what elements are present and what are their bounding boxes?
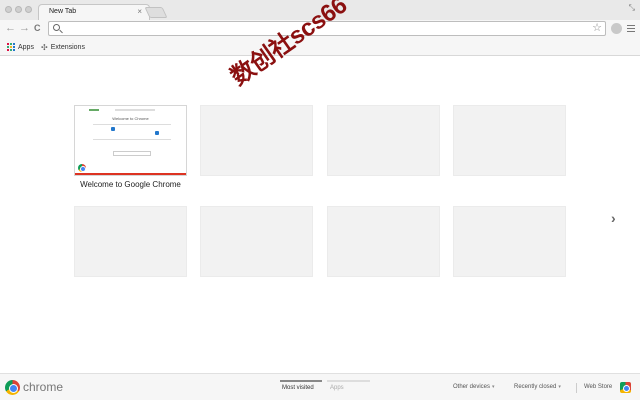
tab-new-tab[interactable]: New Tab ×	[38, 4, 150, 20]
tab-indicator-active	[280, 380, 322, 382]
tab-apps[interactable]: Apps	[330, 385, 344, 391]
browser-window: New Tab × ⤡ ← → C ☆ Apps ✣ Extensions We…	[0, 0, 640, 400]
tab-most-visited[interactable]: Most visited	[282, 385, 314, 391]
minimize-window-button[interactable]	[15, 6, 22, 13]
puzzle-icon: ✣	[41, 42, 48, 52]
thumbnail-title: Welcome to Chrome	[112, 116, 149, 121]
most-visited-tile-empty	[74, 206, 187, 277]
menu-label: Recently closed	[514, 384, 557, 390]
star-bookmark-icon[interactable]: ☆	[592, 22, 602, 35]
thumbnail-logo	[89, 109, 99, 111]
most-visited-tile[interactable]: Welcome to Chrome	[74, 105, 187, 176]
caret-down-icon: ▾	[492, 384, 495, 390]
chevron-right-icon[interactable]: ›	[611, 210, 616, 226]
fullscreen-icon[interactable]: ⤡	[629, 3, 635, 13]
menu-label: Other devices	[453, 384, 491, 390]
web-store-link[interactable]: Web Store	[584, 384, 612, 390]
tab-indicator	[327, 380, 370, 382]
most-visited-tile-empty	[327, 206, 440, 277]
extension-icon[interactable]	[611, 23, 622, 34]
most-visited-tile-empty	[327, 105, 440, 176]
chrome-favicon-icon	[78, 164, 86, 172]
divider	[576, 383, 577, 393]
most-visited-tile-empty	[453, 206, 566, 277]
zoom-window-button[interactable]	[25, 6, 32, 13]
most-visited-tile-empty	[200, 105, 313, 176]
chrome-logo-icon	[5, 380, 20, 395]
caret-down-icon: ▾	[558, 384, 561, 390]
bookmark-apps[interactable]: Apps	[7, 41, 34, 53]
tile-accent-bar	[75, 173, 186, 175]
bookmark-label: Apps	[18, 43, 34, 51]
most-visited-tile-empty	[453, 105, 566, 176]
recently-closed-menu[interactable]: Recently closed ▾	[514, 384, 561, 390]
thumbnail-marker	[155, 131, 159, 135]
web-store-icon[interactable]	[620, 382, 631, 393]
thumbnail-band	[93, 124, 171, 140]
bookmarks-bar: Apps ✣ Extensions	[0, 38, 640, 56]
reload-button[interactable]: C	[34, 22, 41, 34]
forward-button[interactable]: →	[19, 22, 30, 34]
footer-brand: chrome	[23, 380, 64, 394]
back-button[interactable]: ←	[5, 22, 16, 34]
tab-close-icon[interactable]: ×	[137, 7, 142, 16]
bookmark-extensions[interactable]: ✣ Extensions	[41, 41, 85, 53]
search-icon	[53, 24, 60, 31]
other-devices-menu[interactable]: Other devices ▾	[453, 384, 495, 390]
thumbnail-nav	[115, 109, 155, 111]
thumbnail-searchbox	[113, 151, 151, 156]
footer-bar: chrome Most visited Apps Other devices ▾ …	[0, 373, 640, 400]
most-visited-tile-empty	[200, 206, 313, 277]
new-tab-button[interactable]	[144, 7, 168, 18]
tile-label[interactable]: Welcome to Google Chrome	[74, 180, 187, 189]
thumbnail-marker	[111, 127, 115, 131]
apps-grid-icon	[7, 43, 15, 51]
close-window-button[interactable]	[5, 6, 12, 13]
tab-title: New Tab	[49, 8, 77, 15]
bookmark-label: Extensions	[50, 43, 85, 51]
menu-icon[interactable]	[627, 25, 635, 32]
